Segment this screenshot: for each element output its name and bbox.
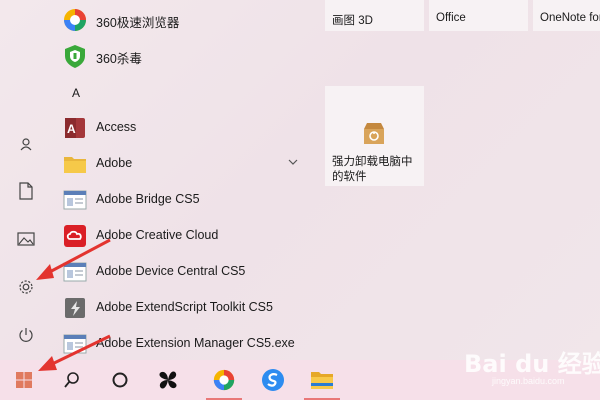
tile-label-line2: 的软件 (332, 171, 367, 183)
cortana-icon (112, 372, 128, 388)
app-item-extendscript[interactable]: Adobe ExtendScript Toolkit CS5 (52, 289, 308, 325)
user-account-button[interactable] (0, 121, 52, 167)
app-item-adobe-bridge[interactable]: Adobe Bridge CS5 (52, 181, 308, 217)
taskbar-file-explorer[interactable] (298, 360, 346, 400)
app-label: 360极速浏览器 (96, 16, 180, 30)
extendscript-icon (65, 298, 85, 318)
start-icon (16, 372, 32, 388)
folder-icon (64, 157, 86, 173)
watermark-sub: jingyan.baidu.com (492, 376, 565, 386)
app-item-extension-manager[interactable]: Adobe Extension Manager CS5.exe (52, 325, 308, 361)
360-browser-icon (64, 9, 86, 31)
tile-label: OneNote for (540, 12, 600, 24)
creative-cloud-icon (64, 225, 86, 247)
search-button[interactable] (48, 360, 96, 400)
sogou-browser-icon (262, 369, 284, 391)
app-label: Adobe Extension Manager CS5.exe (96, 336, 295, 350)
adobe-bridge-icon (63, 190, 87, 210)
power-button[interactable] (0, 312, 52, 358)
section-letter-a[interactable]: A (72, 86, 80, 100)
settings-button[interactable] (0, 264, 52, 310)
pictures-icon (17, 232, 35, 246)
device-central-icon (63, 262, 87, 282)
settings-icon (19, 280, 33, 294)
user-icon (20, 138, 32, 151)
file-explorer-icon (311, 372, 333, 389)
app-label: Adobe Creative Cloud (96, 228, 219, 242)
tile-label-line1: 强力卸载电脑中 (332, 156, 413, 168)
chevron-down-icon[interactable] (286, 155, 300, 169)
app-item-device-central[interactable]: Adobe Device Central CS5 (52, 253, 308, 289)
uninstall-box-icon (364, 123, 384, 144)
extension-manager-icon (63, 334, 87, 354)
document-icon (19, 182, 33, 200)
taskbar-sogou-browser[interactable] (249, 360, 297, 400)
app-list: 360极速浏览器 360杀毒 A A Access Adobe Adobe Br… (52, 0, 308, 360)
tile-onenote[interactable]: OneNote for (533, 0, 600, 31)
search-icon (64, 372, 79, 388)
svg-text:A: A (67, 122, 76, 136)
app-item-360-browser[interactable]: 360极速浏览器 (52, 1, 308, 37)
tile-label: Office (436, 12, 466, 24)
app-item-360-antivirus[interactable]: 360杀毒 (52, 37, 308, 73)
pinwheel-app-button[interactable] (144, 360, 192, 400)
app-label: Adobe ExtendScript Toolkit CS5 (96, 300, 273, 314)
tile-uninstaller[interactable]: 强力卸载电脑中 的软件 (325, 86, 424, 186)
app-label: Adobe Device Central CS5 (96, 264, 246, 278)
app-label: Access (96, 120, 137, 134)
360-browser-icon (213, 369, 235, 391)
start-left-rail (0, 0, 52, 360)
app-label: 360杀毒 (96, 52, 142, 66)
app-item-adobe-folder[interactable]: Adobe (52, 145, 308, 181)
cortana-button[interactable] (96, 360, 144, 400)
access-icon: A (65, 118, 85, 138)
app-item-access[interactable]: A Access (52, 109, 308, 145)
start-button[interactable] (0, 360, 48, 400)
app-item-creative-cloud[interactable]: Adobe Creative Cloud (52, 217, 308, 253)
watermark-text: Bai du 经验 (464, 350, 600, 378)
tile-paint3d[interactable]: 画图 3D (325, 0, 424, 31)
tile-office[interactable]: Office (429, 0, 528, 31)
power-icon (19, 328, 33, 342)
app-label: Adobe Bridge CS5 (96, 192, 200, 206)
pinwheel-app-icon (159, 371, 177, 389)
360-antivirus-icon (65, 45, 85, 68)
documents-button[interactable] (0, 168, 52, 214)
tile-label: 画图 3D (332, 15, 373, 27)
watermark: Bai du 经验 jingyan.baidu.com (462, 340, 600, 392)
app-label: Adobe (96, 156, 133, 170)
pictures-button[interactable] (0, 216, 52, 262)
taskbar-360-browser[interactable] (200, 360, 248, 400)
